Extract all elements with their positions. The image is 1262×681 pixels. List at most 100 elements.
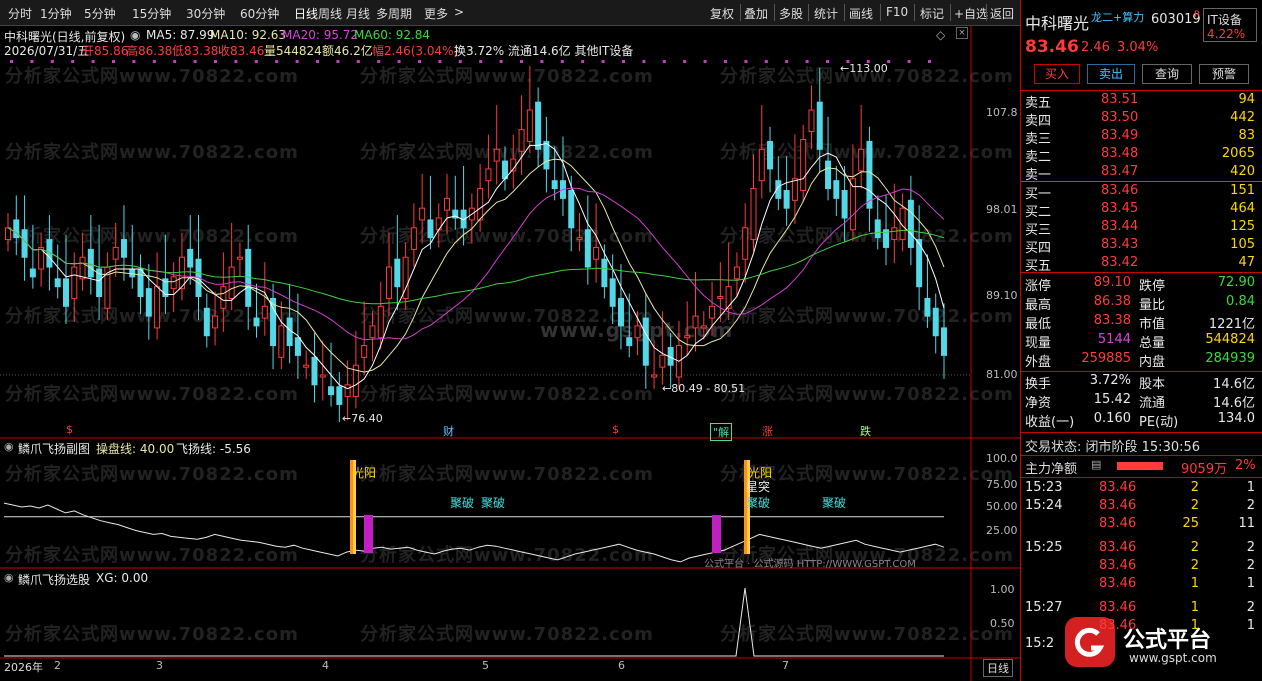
candle-body[interactable] — [129, 268, 136, 278]
candle-body[interactable] — [394, 258, 401, 288]
candle-body[interactable] — [568, 190, 575, 229]
candle-body[interactable] — [816, 101, 823, 150]
candle-body[interactable] — [692, 315, 699, 329]
candle-body[interactable] — [319, 374, 326, 378]
candle-body[interactable] — [858, 148, 865, 172]
settings-icon[interactable]: ◉ — [4, 571, 14, 584]
candle-body[interactable] — [593, 246, 600, 260]
candle-body[interactable] — [584, 229, 591, 268]
candle-body[interactable] — [286, 317, 293, 347]
candle-body[interactable] — [278, 325, 285, 358]
event-marker[interactable]: $ — [66, 423, 73, 436]
chart-area[interactable]: 分析家公式网www.70822.com 分析家公式网www.70822.com … — [0, 26, 1020, 681]
candle-body[interactable] — [825, 160, 832, 190]
candle-body[interactable] — [518, 129, 525, 152]
tab-monthly[interactable]: 月线 — [346, 5, 370, 22]
candle-body[interactable] — [236, 256, 243, 260]
candle-body[interactable] — [808, 109, 815, 133]
candle-body[interactable] — [874, 219, 881, 239]
candle-body[interactable] — [137, 268, 144, 297]
candle-body[interactable] — [212, 315, 219, 329]
candle-body[interactable] — [386, 266, 393, 299]
candle-body[interactable] — [344, 384, 351, 398]
tab-5min[interactable]: 5分钟 — [84, 5, 116, 22]
candle-body[interactable] — [253, 317, 260, 327]
event-marker[interactable]: "解 — [710, 423, 733, 441]
candle-body[interactable] — [700, 325, 707, 329]
candle-body[interactable] — [145, 288, 152, 317]
candle-body[interactable] — [551, 180, 558, 190]
candle-body[interactable] — [684, 335, 691, 339]
candle-body[interactable] — [377, 305, 384, 339]
candle-body[interactable] — [535, 101, 542, 150]
candle-body[interactable] — [742, 227, 749, 260]
candle-body[interactable] — [187, 248, 194, 268]
btn-adjust[interactable]: 复权 — [710, 5, 734, 22]
candle-body[interactable] — [941, 327, 947, 356]
candle-body[interactable] — [54, 278, 61, 288]
candle-body[interactable] — [634, 325, 641, 339]
candle-body[interactable] — [79, 256, 86, 280]
alert-button[interactable]: 预警 — [1199, 64, 1249, 84]
candle-body[interactable] — [841, 190, 848, 219]
candle-body[interactable] — [733, 266, 740, 280]
candle-body[interactable] — [783, 190, 790, 209]
tab-daily[interactable]: 日线 — [294, 5, 318, 22]
candle-body[interactable] — [609, 278, 616, 307]
candle-body[interactable] — [87, 248, 94, 278]
buy-button[interactable]: 买入 — [1034, 64, 1080, 84]
btn-draw[interactable]: 画线 — [849, 5, 873, 22]
candle-body[interactable] — [410, 227, 417, 250]
settings-icon[interactable]: ◉ — [4, 440, 14, 453]
candle-body[interactable] — [626, 337, 633, 347]
candle-body[interactable] — [791, 178, 798, 201]
candle-body[interactable] — [758, 148, 765, 182]
btn-multi-stock[interactable]: 多股 — [779, 5, 803, 22]
candle-body[interactable] — [427, 219, 434, 239]
candle-body[interactable] — [493, 148, 500, 162]
candle-body[interactable] — [543, 140, 550, 170]
event-marker[interactable]: 财 — [443, 423, 454, 439]
event-marker[interactable]: 涨 — [762, 423, 773, 439]
btn-overlay[interactable]: 叠加 — [744, 5, 768, 22]
btn-f10[interactable]: F10 — [886, 5, 908, 19]
candle-body[interactable] — [444, 197, 451, 211]
tab-15min[interactable]: 15分钟 — [132, 5, 171, 22]
btn-add-watchlist[interactable]: +自选 — [954, 5, 988, 22]
candle-body[interactable] — [336, 386, 343, 405]
candle-body[interactable] — [120, 239, 127, 258]
candle-body[interactable] — [833, 180, 840, 199]
candle-body[interactable] — [261, 305, 268, 319]
tab-1min[interactable]: 1分钟 — [40, 5, 72, 22]
candle-body[interactable] — [601, 258, 608, 288]
list-icon[interactable]: ▤ — [1091, 458, 1101, 471]
candle-body[interactable] — [328, 386, 335, 396]
candle-body[interactable] — [659, 354, 666, 368]
event-marker[interactable]: $ — [612, 423, 619, 436]
sell-button[interactable]: 卖出 — [1087, 64, 1135, 84]
candle-body[interactable] — [725, 286, 732, 309]
candle-body[interactable] — [866, 140, 873, 209]
candle-body[interactable] — [617, 297, 624, 327]
candle-body[interactable] — [750, 188, 757, 241]
candle-body[interactable] — [29, 268, 36, 278]
tab-weekly[interactable]: 周线 — [318, 5, 342, 22]
candle-body[interactable] — [526, 109, 533, 142]
candle-body[interactable] — [924, 297, 931, 317]
period-button[interactable]: 日线 — [983, 659, 1013, 677]
chevron-right-icon[interactable]: > — [454, 5, 464, 19]
stock-tag[interactable]: 龙二+算力 — [1091, 9, 1144, 25]
candle-body[interactable] — [767, 140, 774, 170]
candle-body[interactable] — [170, 276, 177, 290]
candle-body[interactable] — [642, 317, 649, 366]
candle-body[interactable] — [932, 307, 939, 337]
query-button[interactable]: 查询 — [1142, 64, 1192, 84]
tab-fenshi[interactable]: 分时 — [8, 5, 32, 22]
candle-body[interactable] — [112, 246, 119, 260]
candle-body[interactable] — [800, 138, 807, 192]
candle-body[interactable] — [5, 227, 11, 241]
candle-body[interactable] — [294, 337, 301, 356]
tab-multi-period[interactable]: 多周期 — [376, 5, 412, 22]
candle-body[interactable] — [220, 286, 227, 309]
candle-body[interactable] — [717, 295, 724, 299]
